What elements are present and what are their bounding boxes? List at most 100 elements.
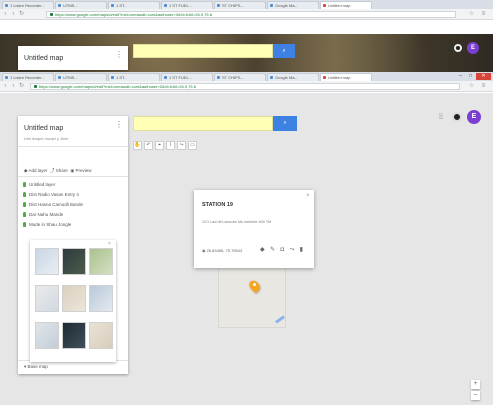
add-layer-button[interactable]: Add layer: [28, 168, 47, 173]
map-tile: [218, 262, 286, 328]
menu-icon[interactable]: ≡: [480, 83, 487, 90]
tab-favicon-icon: [164, 76, 167, 79]
browser-tab[interactable]: ST CHIPS...: [214, 73, 266, 81]
close-picker-icon[interactable]: ×: [108, 241, 111, 247]
search-button[interactable]: ⌕: [273, 116, 297, 131]
tab-label: Untitled map: [328, 75, 351, 80]
star-icon[interactable]: ☆: [468, 11, 475, 18]
marker-icon[interactable]: ⌖: [155, 141, 164, 150]
background-avatar[interactable]: E: [467, 42, 479, 54]
back-icon[interactable]: ‹: [2, 11, 9, 18]
base-map-thumbnail[interactable]: [89, 285, 113, 312]
layer-item[interactable]: Mude in Shau Jongle: [18, 220, 71, 229]
background-search-button[interactable]: ⌕: [273, 44, 295, 58]
apps-grid-icon[interactable]: ⁞⁞: [439, 114, 443, 121]
base-map-thumbnail[interactable]: [89, 248, 113, 275]
browser-tab[interactable]: Google Ma...: [267, 73, 319, 81]
zoom-in-button[interactable]: +: [471, 380, 480, 389]
layer-item[interactable]: Dist Radio Vasan Entry 4: [18, 190, 79, 199]
preview-icon: ◉: [70, 168, 75, 173]
background-apps-icon[interactable]: [454, 44, 462, 52]
preview-button[interactable]: Preview: [76, 168, 92, 173]
more-options-icon[interactable]: ⋮: [115, 51, 123, 59]
base-map-thumbnail[interactable]: [35, 322, 59, 349]
base-map-thumbnail[interactable]: [62, 248, 86, 275]
browser-tab[interactable]: 1 Listen Recorder...: [2, 1, 54, 9]
browser-tab-strip: 1 Listen Recorder... UTMS... 1 ST... 1 ST F…: [0, 72, 493, 81]
base-map-thumbnail[interactable]: [89, 322, 113, 349]
route-icon[interactable]: ⤳: [177, 141, 186, 150]
browser-navbar: ‹ › ↻ https://www.google.com/maps/d/edit…: [0, 81, 493, 92]
browser-tab[interactable]: UTMS...: [55, 73, 107, 81]
more-options-icon[interactable]: ⋮: [115, 121, 123, 129]
base-map-thumbnail[interactable]: [35, 285, 59, 312]
background-search-input[interactable]: [133, 44, 273, 58]
style-icon[interactable]: ◆: [260, 246, 265, 253]
layer-item[interactable]: Dist Hasna Camodli Bande: [18, 200, 83, 209]
divider: [18, 146, 128, 147]
layer-pin-icon: [23, 212, 26, 217]
map-title[interactable]: Untitled map: [24, 125, 63, 132]
browser-tab[interactable]: Untitled map: [320, 73, 372, 81]
tab-label: 1 Listen Recorder...: [10, 75, 45, 80]
polyline-icon[interactable]: ⌇: [166, 141, 175, 150]
tab-label: Google Ma...: [275, 75, 298, 80]
menu-icon[interactable]: ≡: [480, 11, 487, 18]
feature-title[interactable]: STATION 19: [202, 202, 233, 208]
star-icon[interactable]: ☆: [468, 83, 475, 90]
background-address-bar[interactable]: https://www.google.com/maps/d/edit?mid=z…: [46, 11, 456, 18]
address-bar[interactable]: https://www.google.com/maps/d/edit?mid=z…: [30, 83, 460, 90]
tab-label: Google Ma...: [275, 3, 298, 8]
close-icon[interactable]: ✕: [476, 73, 491, 80]
forward-icon[interactable]: ›: [10, 83, 17, 90]
feature-description[interactable]: 11/1 Lad dil Lancolm Mu neintele 400 TM: [202, 220, 271, 224]
layer-label: Dar Nahu Mande: [29, 212, 64, 217]
layer-pin-icon: [23, 202, 26, 207]
tab-label: ST CHIPS...: [222, 3, 244, 8]
reload-icon[interactable]: ↻: [18, 11, 25, 18]
hand-icon[interactable]: ✋: [133, 141, 142, 150]
reload-icon[interactable]: ↻: [18, 83, 25, 90]
search-input[interactable]: [133, 116, 273, 131]
tab-favicon-icon: [270, 76, 273, 79]
maximize-icon[interactable]: □: [466, 73, 475, 80]
layer-item[interactable]: Dar Nahu Mande: [18, 210, 63, 219]
pin-dot: [253, 283, 256, 286]
base-map-thumbnail[interactable]: [35, 248, 59, 275]
tab-favicon-icon: [5, 4, 8, 7]
notifications-icon[interactable]: [452, 112, 462, 122]
close-icon[interactable]: ×: [306, 193, 310, 199]
zoom-out-button[interactable]: –: [471, 391, 480, 400]
ruler-icon[interactable]: ▭: [188, 141, 197, 150]
browser-tab[interactable]: 1 ST...: [108, 1, 160, 9]
camera-icon[interactable]: ◘: [280, 247, 284, 253]
undo-icon[interactable]: ↶: [144, 141, 153, 150]
share-button[interactable]: Share: [56, 168, 68, 173]
layer-item[interactable]: Untitled layer: [18, 180, 55, 189]
browser-tab[interactable]: UTMS...: [55, 1, 107, 9]
panel-actions: ◆ Add layer ⤴ Share ◉ Preview: [24, 168, 92, 174]
map-description[interactable]: Ulm Amper vocart y 1inle: [24, 136, 68, 141]
directions-icon[interactable]: ⤳: [289, 247, 294, 254]
browser-tab[interactable]: 1 Listen Recorder...: [2, 73, 54, 81]
browser-tab[interactable]: 1 ST FUEL...: [161, 1, 213, 9]
divider: [18, 176, 128, 177]
base-map-thumbnail[interactable]: [62, 285, 86, 312]
tab-favicon-icon: [58, 76, 61, 79]
minimize-icon[interactable]: –: [456, 73, 465, 80]
background-map-panel: Untitled map ⋮: [18, 46, 128, 70]
back-icon[interactable]: ‹: [2, 83, 9, 90]
browser-tab[interactable]: Untitled map: [320, 1, 372, 9]
forward-icon[interactable]: ›: [10, 11, 17, 18]
browser-tab[interactable]: Google Ma...: [267, 1, 319, 9]
browser-tab[interactable]: ST CHIPS...: [214, 1, 266, 9]
tab-label: ST CHIPS...: [222, 75, 244, 80]
base-map-thumbnail[interactable]: [62, 322, 86, 349]
browser-tab[interactable]: 1 ST...: [108, 73, 160, 81]
base-map-toggle[interactable]: ▾ Base map: [24, 364, 48, 370]
edit-icon[interactable]: ✎: [270, 246, 275, 253]
browser-tab[interactable]: 1 ST FUEL...: [161, 73, 213, 81]
account-avatar[interactable]: E: [467, 110, 481, 124]
layer-pin-icon: [23, 182, 26, 187]
delete-icon[interactable]: ▮: [300, 246, 303, 253]
